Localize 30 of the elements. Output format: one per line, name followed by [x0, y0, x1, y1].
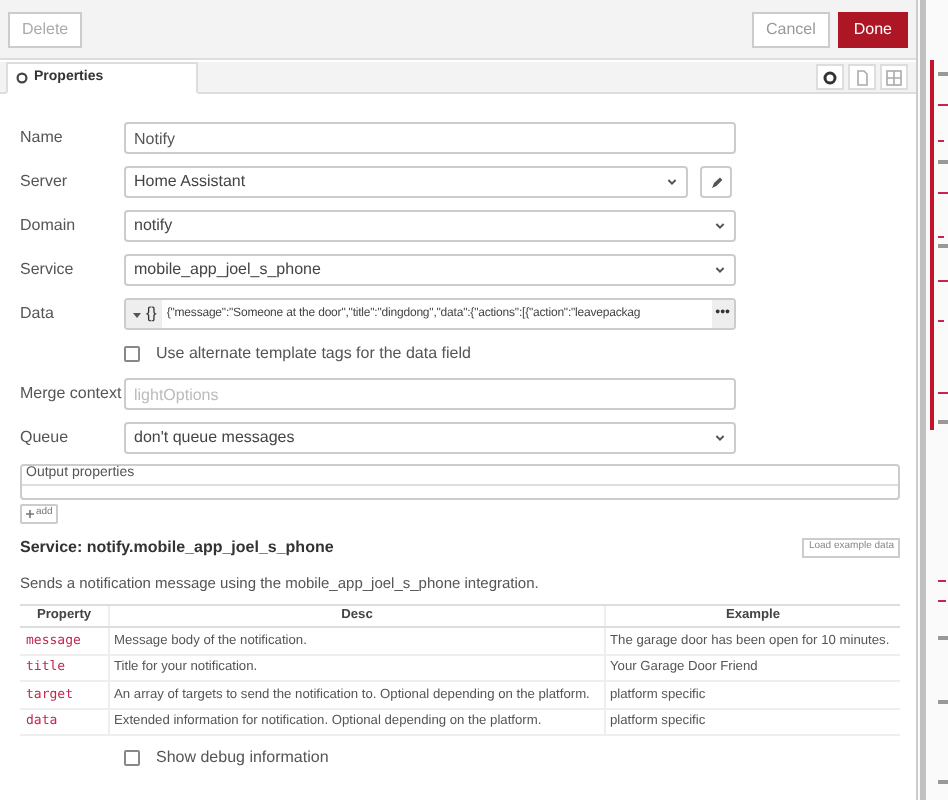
document-icon[interactable] — [852, 67, 872, 87]
checkbox[interactable] — [124, 750, 140, 767]
input-field[interactable]: Notify — [124, 122, 736, 154]
field-label: Queue — [20, 426, 71, 450]
done-button[interactable]: Done — [837, 11, 908, 47]
dropdown[interactable]: mobile_app_joel_s_phone — [124, 254, 736, 286]
type-marker: {} — [146, 302, 157, 326]
caret-icon — [132, 309, 142, 319]
pencil-icon — [709, 175, 723, 189]
plus-icon — [26, 510, 34, 518]
checkbox-label: Show debug information — [156, 746, 329, 771]
checkbox-label: Use alternate template tags for the data field — [156, 342, 471, 366]
field-label: Name — [20, 126, 65, 150]
input-field[interactable]: lightOptions — [124, 378, 736, 410]
field-label: Domain — [20, 214, 78, 238]
chevron-down-icon — [714, 220, 726, 232]
edit-button[interactable] — [700, 166, 732, 198]
field-label: Merge context — [20, 382, 124, 406]
chevron-down-icon — [666, 176, 678, 188]
checkbox[interactable] — [124, 346, 140, 362]
service-heading: Service: notify.mobile_app_joel_s_phone — [20, 536, 334, 560]
chevron-down-icon — [714, 432, 726, 444]
layout-icon[interactable] — [884, 67, 904, 87]
chevron-down-icon — [714, 264, 726, 276]
dropdown[interactable]: notify — [124, 210, 736, 242]
field-label: Data — [20, 302, 56, 326]
field-label: Server — [20, 170, 70, 194]
dropdown[interactable]: Home Assistant — [124, 166, 688, 198]
field-label: Service — [20, 258, 76, 282]
dropdown[interactable]: don't queue messages — [124, 422, 736, 454]
